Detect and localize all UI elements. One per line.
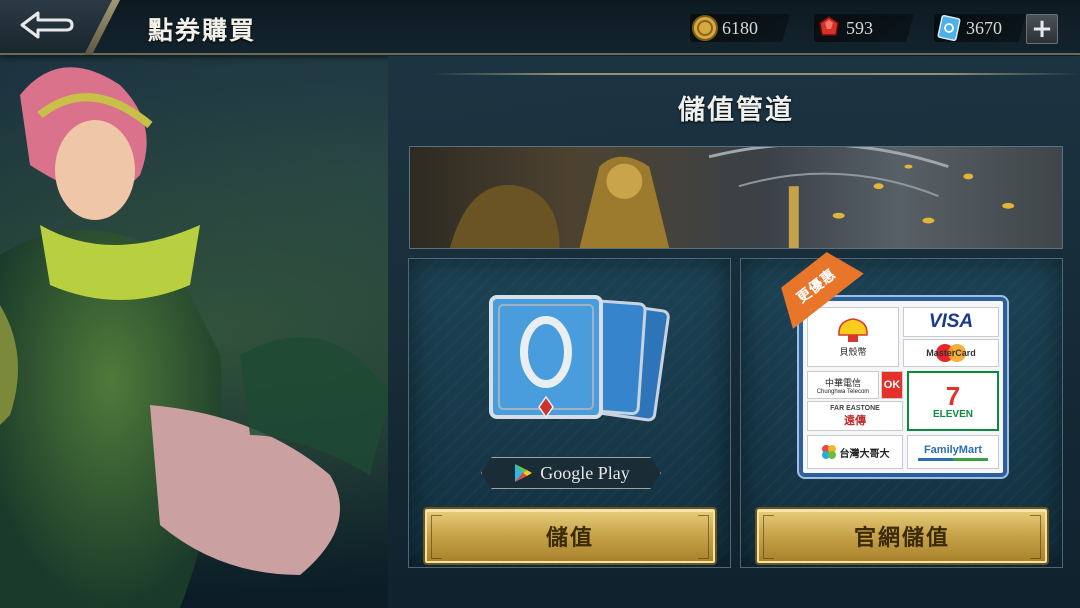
google-play-badge: Google Play: [481, 457, 661, 489]
chunghwa-en-label: Chunghwa Telecom: [816, 388, 870, 395]
familymart-logo: FamilyMart: [907, 435, 999, 469]
voucher-card-icon: [937, 14, 961, 42]
add-currency-button[interactable]: +: [1026, 14, 1058, 44]
currency-gold-value: 6180: [722, 17, 758, 38]
ok-label: OK: [883, 379, 901, 391]
seven-eleven-logo: 7 ELEVEN: [907, 371, 999, 431]
familymart-label: FamilyMart: [923, 443, 983, 456]
fareastone-logo: FAR EASTONE 遠傳: [807, 401, 903, 431]
banner-art: [449, 147, 1015, 248]
page-title: 點券購買: [148, 16, 257, 45]
top-up-button[interactable]: 儲值: [425, 509, 715, 563]
google-play-card[interactable]: Google Play 儲值: [408, 258, 731, 568]
voucher-cards-icon: [489, 295, 670, 422]
google-play-label: Google Play: [540, 462, 630, 483]
official-site-card[interactable]: 更優惠 貝殼幣 VISA MasterCard 中華電信 Chunghwa Te…: [740, 258, 1063, 568]
shell-icon: [838, 317, 868, 342]
mastercard-label: MasterCard: [926, 348, 976, 358]
google-play-icon: [515, 464, 533, 482]
currency-diamond: 3670: [934, 13, 1026, 43]
gold-coin-icon: [692, 15, 718, 41]
taiwan-mobile-icon: [821, 445, 836, 459]
hero-illustration: [0, 55, 410, 608]
chunghwa-logo: 中華電信 Chunghwa Telecom: [807, 371, 879, 399]
shell-coin-logo: 貝殼幣: [807, 307, 899, 367]
section-title: 儲值管道: [678, 95, 794, 126]
top-bar: 點券購買 6180 593 3670 +: [0, 0, 1080, 55]
seven-brand: ELEVEN: [932, 408, 973, 420]
back-arrow-icon: [16, 9, 76, 45]
currency-gold: 6180: [690, 13, 790, 43]
seven-number: 7: [945, 380, 961, 411]
shell-coin-label: 貝殼幣: [839, 346, 867, 357]
mastercard-logo: MasterCard: [903, 339, 999, 367]
official-site-top-up-button[interactable]: 官網儲值: [757, 509, 1047, 563]
currency-red-gem-value: 593: [846, 17, 873, 38]
chunghwa-label: 中華電信: [824, 377, 861, 388]
payment-methods-board: 更優惠 貝殼幣 VISA MasterCard 中華電信 Chunghwa Te…: [799, 297, 1007, 477]
fareastone-zh-label: 遠傳: [844, 414, 866, 427]
fareastone-en-label: FAR EASTONE: [830, 404, 880, 412]
hero-banner: [409, 146, 1063, 249]
visa-logo: VISA: [903, 307, 999, 337]
ok-mart-logo: OK: [881, 371, 903, 399]
panel-divider: [430, 73, 1080, 75]
red-gem-icon: [819, 16, 839, 36]
visa-label: VISA: [928, 311, 974, 332]
taiwan-mobile-logo: 台灣大哥大: [807, 435, 903, 469]
taiwan-mobile-label: 台灣大哥大: [839, 448, 890, 460]
currency-diamond-value: 3670: [966, 17, 1002, 38]
familymart-stripe: [918, 457, 988, 461]
currency-red-gem: 593: [814, 13, 914, 43]
